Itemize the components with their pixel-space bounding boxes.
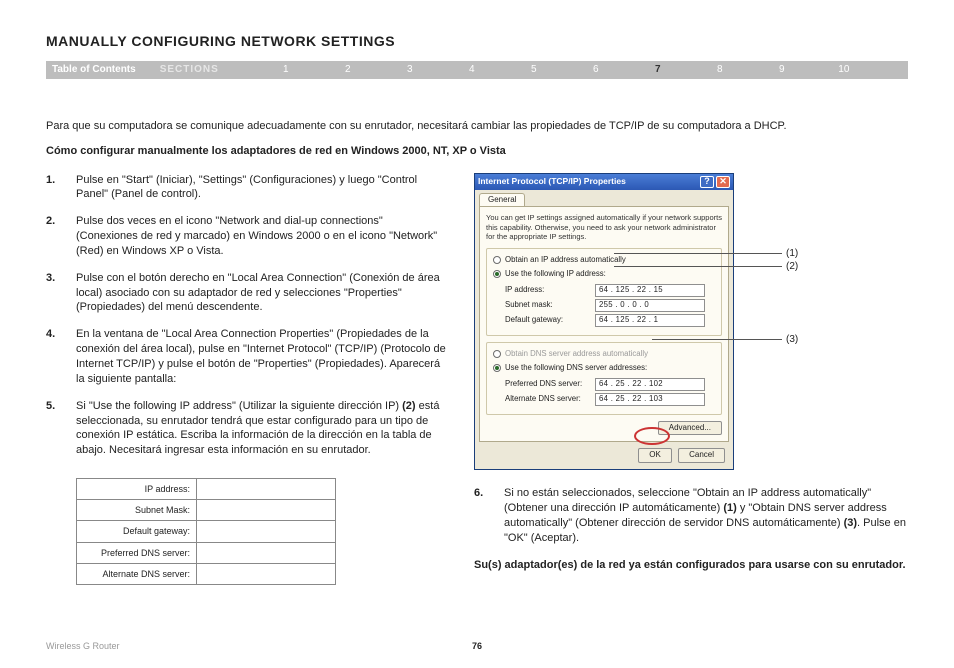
callout-3: (3) [786,333,798,347]
leader-2 [614,266,782,267]
tbl-gw-label: Default gateway: [77,521,197,542]
tbl-adns-cell[interactable] [197,563,336,584]
help-icon[interactable]: ? [700,176,714,188]
tab-general[interactable]: General [479,193,525,207]
tbl-ip-label: IP address: [77,479,197,500]
nav-9[interactable]: 9 [751,63,813,77]
toc-link[interactable]: Table of Contents [52,63,136,77]
section-nav: Table of Contents SECTIONS 1 2 3 4 5 6 7… [46,61,908,79]
conclusion-text: Su(s) adaptador(es) de la red ya están c… [474,558,908,573]
ok-highlight-circle [634,427,670,445]
step-6: 6. Si no están seleccionados, seleccione… [474,486,908,545]
ip-label: IP address: [505,285,595,296]
callout-2: (2) [786,260,798,274]
page-title: MANUALLY CONFIGURING NETWORK SETTINGS [46,32,908,51]
step-2: Pulse dos veces en el icono "Network and… [76,215,437,257]
leader-1 [614,253,782,254]
subheading: Cómo configurar manualmente los adaptado… [46,144,908,159]
intro-text: Para que su computadora se comunique ade… [46,119,908,134]
tbl-pdns-cell[interactable] [197,542,336,563]
close-icon[interactable]: ✕ [716,176,730,188]
nav-7[interactable]: 7 [627,63,689,77]
adns-label: Alternate DNS server: [505,394,595,405]
radio-use-ip-label: Use the following IP address: [505,269,606,280]
tbl-adns-label: Alternate DNS server: [77,563,197,584]
cancel-button[interactable]: Cancel [678,448,725,463]
page-number: 76 [46,640,908,652]
step-4: En la ventana de "Local Area Connection … [76,328,446,385]
nav-5[interactable]: 5 [503,63,565,77]
pdns-field[interactable]: 64 . 25 . 22 . 102 [595,378,705,391]
radio-use-dns[interactable] [493,364,501,372]
tbl-ip-cell[interactable] [197,479,336,500]
nav-1[interactable]: 1 [255,63,317,77]
adns-field[interactable]: 64 . 25 . 22 . 103 [595,393,705,406]
nav-6[interactable]: 6 [565,63,627,77]
dialog-info: You can get IP settings assigned automat… [486,213,722,241]
nav-3[interactable]: 3 [379,63,441,77]
step-3: Pulse con el botón derecho en "Local Are… [76,272,440,314]
step-5: Si "Use the following IP address" (Utili… [76,400,439,457]
leader-3 [652,339,782,340]
sections-label: SECTIONS [160,63,219,77]
steps-list: 1.Pulse en "Start" (Iniciar), "Settings"… [46,173,446,459]
radio-auto-dns[interactable] [493,350,501,358]
mask-label: Subnet mask: [505,300,595,311]
step-1: Pulse en "Start" (Iniciar), "Settings" (… [76,174,417,201]
tbl-pdns-label: Preferred DNS server: [77,542,197,563]
gw-label: Default gateway: [505,315,595,326]
tbl-mask-label: Subnet Mask: [77,500,197,521]
nav-4[interactable]: 4 [441,63,503,77]
tbl-gw-cell[interactable] [197,521,336,542]
radio-auto-ip[interactable] [493,256,501,264]
nav-8[interactable]: 8 [689,63,751,77]
pdns-label: Preferred DNS server: [505,379,595,390]
page-footer: Wireless G Router 76 [46,640,908,652]
radio-auto-ip-label: Obtain an IP address automatically [505,255,626,266]
nav-2[interactable]: 2 [317,63,379,77]
radio-use-dns-label: Use the following DNS server addresses: [505,363,647,374]
tbl-mask-cell[interactable] [197,500,336,521]
callout-1: (1) [786,247,798,261]
tcpip-dialog-screenshot: Internet Protocol (TCP/IP) Properties ? … [474,173,908,471]
ip-entry-table: IP address: Subnet Mask: Default gateway… [76,478,336,585]
ip-field[interactable]: 64 . 125 . 22 . 15 [595,284,705,297]
gw-field[interactable]: 64 . 125 . 22 . 1 [595,314,705,327]
mask-field[interactable]: 255 . 0 . 0 . 0 [595,299,705,312]
dialog-title: Internet Protocol (TCP/IP) Properties [478,176,698,187]
radio-use-ip[interactable] [493,270,501,278]
ok-button[interactable]: OK [638,448,672,463]
nav-10[interactable]: 10 [813,63,875,77]
radio-auto-dns-label: Obtain DNS server address automatically [505,349,648,360]
